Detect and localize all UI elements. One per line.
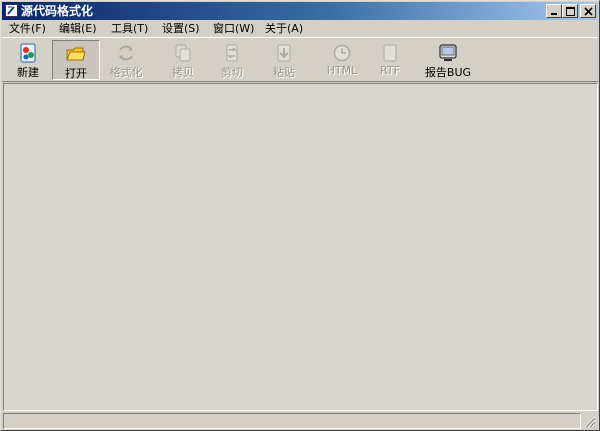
- status-pane: [3, 413, 581, 429]
- app-window: 源代码格式化 文件(F) 编辑(E) 工具(T) 设置(S) 窗口(W) 关于(…: [0, 0, 600, 431]
- rtf-button[interactable]: RTF: [366, 40, 414, 80]
- maximize-button[interactable]: [562, 4, 578, 18]
- new-file-icon: [18, 43, 38, 63]
- cut-icon: [222, 43, 242, 63]
- menu-edit[interactable]: 编辑(E): [54, 20, 102, 37]
- status-bar: [3, 413, 598, 429]
- html-label: HTML: [326, 64, 358, 77]
- editor-area[interactable]: [3, 83, 598, 411]
- paste-label: 粘贴: [273, 66, 295, 79]
- menu-file[interactable]: 文件(F): [4, 20, 51, 37]
- menu-bar: 文件(F) 编辑(E) 工具(T) 设置(S) 窗口(W) 关于(A): [2, 20, 598, 37]
- menu-window[interactable]: 窗口(W): [208, 20, 259, 37]
- report-bug-button[interactable]: 报告BUG: [422, 40, 474, 80]
- open-folder-icon: [66, 44, 86, 64]
- new-button[interactable]: 新建: [4, 40, 52, 80]
- html-button[interactable]: HTML: [318, 40, 366, 80]
- copy-button[interactable]: 拷贝: [159, 40, 207, 80]
- rtf-label: RTF: [380, 64, 400, 77]
- menu-settings[interactable]: 设置(S): [157, 20, 205, 37]
- window-title: 源代码格式化: [21, 4, 94, 18]
- copy-icon: [173, 43, 193, 63]
- new-label: 新建: [17, 66, 39, 79]
- open-button[interactable]: 打开: [52, 40, 100, 80]
- format-arrows-icon: [116, 43, 136, 63]
- document-icon: [5, 4, 18, 17]
- resize-grip-icon[interactable]: [583, 415, 596, 428]
- minimize-button[interactable]: [546, 4, 562, 18]
- html-clock-icon: [332, 43, 352, 63]
- paste-button[interactable]: 粘贴: [260, 40, 308, 80]
- report-bug-label: 报告BUG: [424, 66, 472, 79]
- format-label: 格式化: [109, 66, 143, 79]
- title-bar[interactable]: 源代码格式化: [2, 2, 598, 20]
- copy-label: 拷贝: [172, 66, 194, 79]
- rtf-page-icon: [380, 43, 400, 63]
- close-button[interactable]: [580, 4, 596, 18]
- cut-button[interactable]: 剪切: [208, 40, 256, 80]
- menu-about[interactable]: 关于(A): [260, 20, 308, 37]
- open-label: 打开: [65, 67, 87, 80]
- format-button[interactable]: 格式化: [102, 40, 150, 80]
- cut-label: 剪切: [221, 66, 243, 79]
- paste-icon: [274, 43, 294, 63]
- monitor-icon: [438, 43, 458, 63]
- menu-tools[interactable]: 工具(T): [106, 20, 153, 37]
- toolbar: 新建 打开 格式化 拷贝 剪切 粘贴 HTML RTF 报告BUG: [2, 37, 598, 82]
